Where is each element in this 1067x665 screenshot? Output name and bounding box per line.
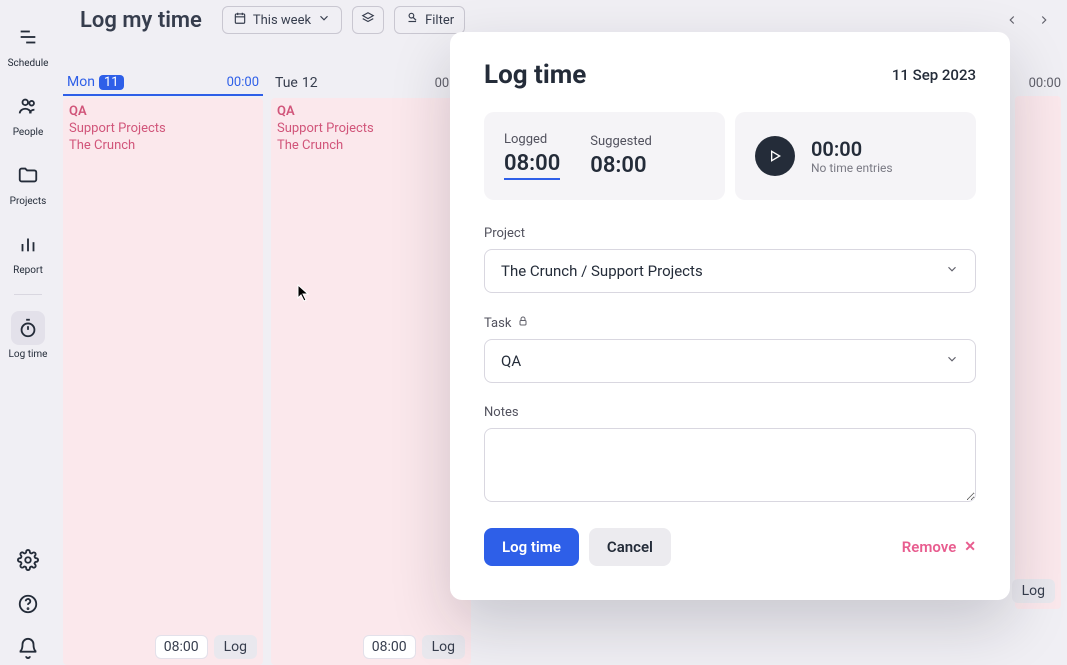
remove-label: Remove — [902, 538, 957, 556]
log-button[interactable]: Log — [1012, 579, 1055, 603]
stopwatch-icon — [17, 317, 39, 339]
people-icon — [17, 95, 39, 117]
day-hours: 00:00 — [227, 75, 259, 90]
chevron-down-icon — [945, 262, 959, 280]
next-button[interactable] — [1031, 7, 1057, 33]
chevron-down-icon — [945, 352, 959, 370]
play-button[interactable] — [755, 136, 795, 176]
nav-report[interactable]: Report — [0, 221, 56, 290]
logged-chip: 08:00 — [363, 635, 416, 659]
remove-button[interactable]: Remove ✕ — [902, 538, 976, 556]
submit-button[interactable]: Log time — [484, 528, 579, 566]
modal-title: Log time — [484, 60, 586, 90]
cancel-button[interactable]: Cancel — [589, 528, 671, 566]
close-icon: ✕ — [964, 539, 976, 555]
log-button[interactable]: Log — [422, 635, 465, 659]
timer-card: 00:00 No time entries — [735, 112, 976, 200]
log-button[interactable]: Log — [214, 635, 257, 659]
page-title: Log my time — [80, 8, 202, 33]
nav-label: Projects — [10, 196, 47, 207]
day-body[interactable]: QA Support Projects The Crunch 08:00 Log — [63, 98, 263, 665]
layers-button[interactable] — [352, 6, 384, 34]
nav-people[interactable]: People — [0, 83, 56, 152]
day-column: Tue 12 00:00 QA Support Projects The Cru… — [271, 70, 471, 665]
nav-label: Report — [13, 265, 43, 276]
nav-label: Log time — [9, 349, 48, 360]
filter-icon — [405, 11, 419, 29]
folder-icon — [17, 164, 39, 186]
logged-suggested-card: Logged 08:00 Suggested 08:00 — [484, 112, 725, 200]
task-label: Task — [484, 316, 511, 331]
day-column: Mon 11 00:00 QA Support Projects The Cru… — [63, 70, 263, 665]
modal-date: 11 Sep 2023 — [892, 66, 976, 84]
logged-chip: 08:00 — [155, 635, 208, 659]
filter-button[interactable]: Filter — [394, 6, 465, 34]
project-label: Project — [484, 226, 976, 241]
notes-label: Notes — [484, 405, 976, 420]
nav-schedule[interactable]: Schedule — [0, 14, 56, 83]
sidebar-divider — [14, 294, 42, 295]
date-range-button[interactable]: This week — [222, 6, 342, 34]
task-project: Support Projects — [69, 121, 257, 138]
notes-input[interactable] — [484, 428, 976, 502]
bell-icon[interactable] — [17, 637, 39, 659]
suggested-label: Suggested — [590, 134, 652, 149]
date-range-label: This week — [253, 13, 311, 28]
day-body[interactable]: Log — [1015, 96, 1061, 609]
timer-subtext: No time entries — [811, 161, 893, 175]
day-number: 12 — [302, 75, 318, 91]
nav-projects[interactable]: Projects — [0, 152, 56, 221]
prev-button[interactable] — [999, 7, 1025, 33]
nav-label: Schedule — [8, 58, 49, 69]
task-client: The Crunch — [277, 138, 465, 155]
task-name: QA — [277, 104, 465, 121]
day-hours: 00:00 — [1029, 76, 1061, 91]
filter-label: Filter — [425, 13, 454, 28]
task-select[interactable]: QA — [484, 339, 976, 383]
chart-icon — [17, 233, 39, 255]
schedule-icon — [17, 26, 39, 48]
task-block[interactable]: QA Support Projects The Crunch — [277, 104, 465, 155]
calendar-icon — [233, 11, 247, 29]
day-header[interactable]: Tue 12 00:00 — [271, 70, 471, 96]
layers-icon — [361, 11, 375, 29]
task-block[interactable]: QA Support Projects The Crunch — [69, 104, 257, 155]
task-value: QA — [501, 352, 521, 370]
nav-label: People — [13, 127, 44, 138]
logged-label: Logged — [504, 132, 560, 147]
lock-icon — [517, 315, 529, 331]
timer-value: 00:00 — [811, 137, 893, 161]
nav-log-time[interactable]: Log time — [0, 305, 56, 374]
logged-value[interactable]: 08:00 — [504, 151, 560, 180]
log-time-modal: Log time 11 Sep 2023 Logged 08:00 Sugges… — [450, 32, 1010, 600]
day-body[interactable]: QA Support Projects The Crunch 08:00 Log — [271, 98, 471, 665]
settings-icon[interactable] — [17, 549, 39, 571]
day-header[interactable]: Mon 11 00:00 — [63, 70, 263, 96]
task-client: The Crunch — [69, 138, 257, 155]
task-project: Support Projects — [277, 121, 465, 138]
suggested-value: 08:00 — [590, 153, 652, 178]
day-name: Mon — [67, 74, 95, 90]
help-icon[interactable] — [17, 593, 39, 615]
day-name: Tue — [275, 75, 298, 91]
task-name: QA — [69, 104, 257, 121]
project-select[interactable]: The Crunch / Support Projects — [484, 249, 976, 293]
day-number: 11 — [99, 75, 124, 90]
sidebar: Schedule People Projects Report Log time — [0, 0, 56, 665]
chevron-down-icon — [317, 11, 331, 29]
project-value: The Crunch / Support Projects — [501, 262, 703, 280]
